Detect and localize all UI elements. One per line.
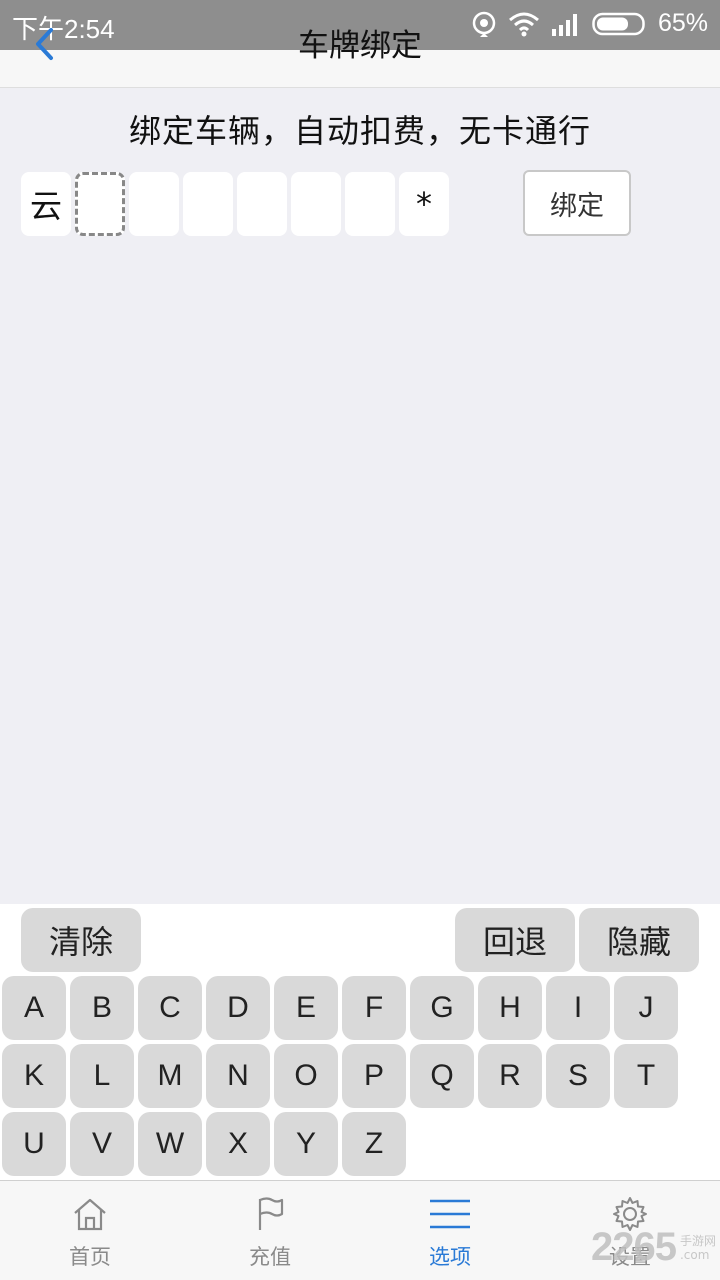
- flag-icon: [251, 1195, 289, 1237]
- bottom-nav: 首页 充值 选项 设置 2265 手游网 .com: [0, 1180, 720, 1280]
- key-f[interactable]: F: [342, 976, 406, 1040]
- key-b[interactable]: B: [70, 976, 134, 1040]
- key-row-2: K L M N O P Q R S T: [2, 1044, 678, 1108]
- key-g[interactable]: G: [410, 976, 474, 1040]
- key-n[interactable]: N: [206, 1044, 270, 1108]
- plate-cell[interactable]: [237, 172, 287, 236]
- backspace-button[interactable]: 回退: [455, 908, 575, 972]
- key-u[interactable]: U: [2, 1112, 66, 1176]
- watermark-logo: 2265 手游网 .com: [591, 1225, 716, 1270]
- key-v[interactable]: V: [70, 1112, 134, 1176]
- plate-cell[interactable]: [129, 172, 179, 236]
- nav-item-options[interactable]: 选项: [360, 1181, 540, 1280]
- plate-cell-active[interactable]: [75, 172, 125, 236]
- bind-button[interactable]: 绑定: [523, 170, 631, 236]
- watermark-suffix: .com: [679, 1247, 710, 1262]
- nav-item-home[interactable]: 首页: [0, 1181, 180, 1280]
- key-a[interactable]: A: [2, 976, 66, 1040]
- key-p[interactable]: P: [342, 1044, 406, 1108]
- key-w[interactable]: W: [138, 1112, 202, 1176]
- key-row-3: U V W X Y Z: [2, 1112, 406, 1176]
- key-j[interactable]: J: [614, 976, 678, 1040]
- watermark-cn: 手游网: [679, 1233, 716, 1248]
- key-t[interactable]: T: [614, 1044, 678, 1108]
- plate-cell-province[interactable]: 云: [21, 172, 71, 236]
- menu-icon: [428, 1195, 472, 1237]
- plate-cell-new-energy[interactable]: *: [399, 172, 449, 236]
- key-z[interactable]: Z: [342, 1112, 406, 1176]
- key-o[interactable]: O: [274, 1044, 338, 1108]
- nav-label-recharge: 充值: [249, 1245, 291, 1269]
- plate-cell[interactable]: [345, 172, 395, 236]
- plate-cell[interactable]: [291, 172, 341, 236]
- key-d[interactable]: D: [206, 976, 270, 1040]
- key-l[interactable]: L: [70, 1044, 134, 1108]
- watermark-text: 手游网 .com: [680, 1234, 716, 1262]
- plate-keyboard: 清除 回退 隐藏 A B C D E F G H I J K L M N O P…: [0, 904, 720, 1180]
- key-q[interactable]: Q: [410, 1044, 474, 1108]
- nav-label-options: 选项: [429, 1245, 471, 1269]
- key-e[interactable]: E: [274, 976, 338, 1040]
- key-row-1: A B C D E F G H I J: [2, 976, 678, 1040]
- key-s[interactable]: S: [546, 1044, 610, 1108]
- hide-keyboard-button[interactable]: 隐藏: [579, 908, 699, 972]
- key-k[interactable]: K: [2, 1044, 66, 1108]
- key-i[interactable]: I: [546, 976, 610, 1040]
- key-r[interactable]: R: [478, 1044, 542, 1108]
- nav-item-recharge[interactable]: 充值: [180, 1181, 360, 1280]
- plate-input-row: 云 *: [21, 172, 449, 236]
- key-m[interactable]: M: [138, 1044, 202, 1108]
- watermark-number: 2265: [591, 1225, 677, 1269]
- key-c[interactable]: C: [138, 976, 202, 1040]
- subtitle: 绑定车辆，自动扣费，无卡通行: [128, 112, 591, 150]
- clear-button[interactable]: 清除: [21, 908, 141, 972]
- nav-label-home: 首页: [69, 1245, 111, 1269]
- home-icon: [71, 1195, 109, 1237]
- key-x[interactable]: X: [206, 1112, 270, 1176]
- key-y[interactable]: Y: [274, 1112, 338, 1176]
- key-h[interactable]: H: [478, 976, 542, 1040]
- plate-cell[interactable]: [183, 172, 233, 236]
- page-title: 车牌绑定: [298, 28, 422, 64]
